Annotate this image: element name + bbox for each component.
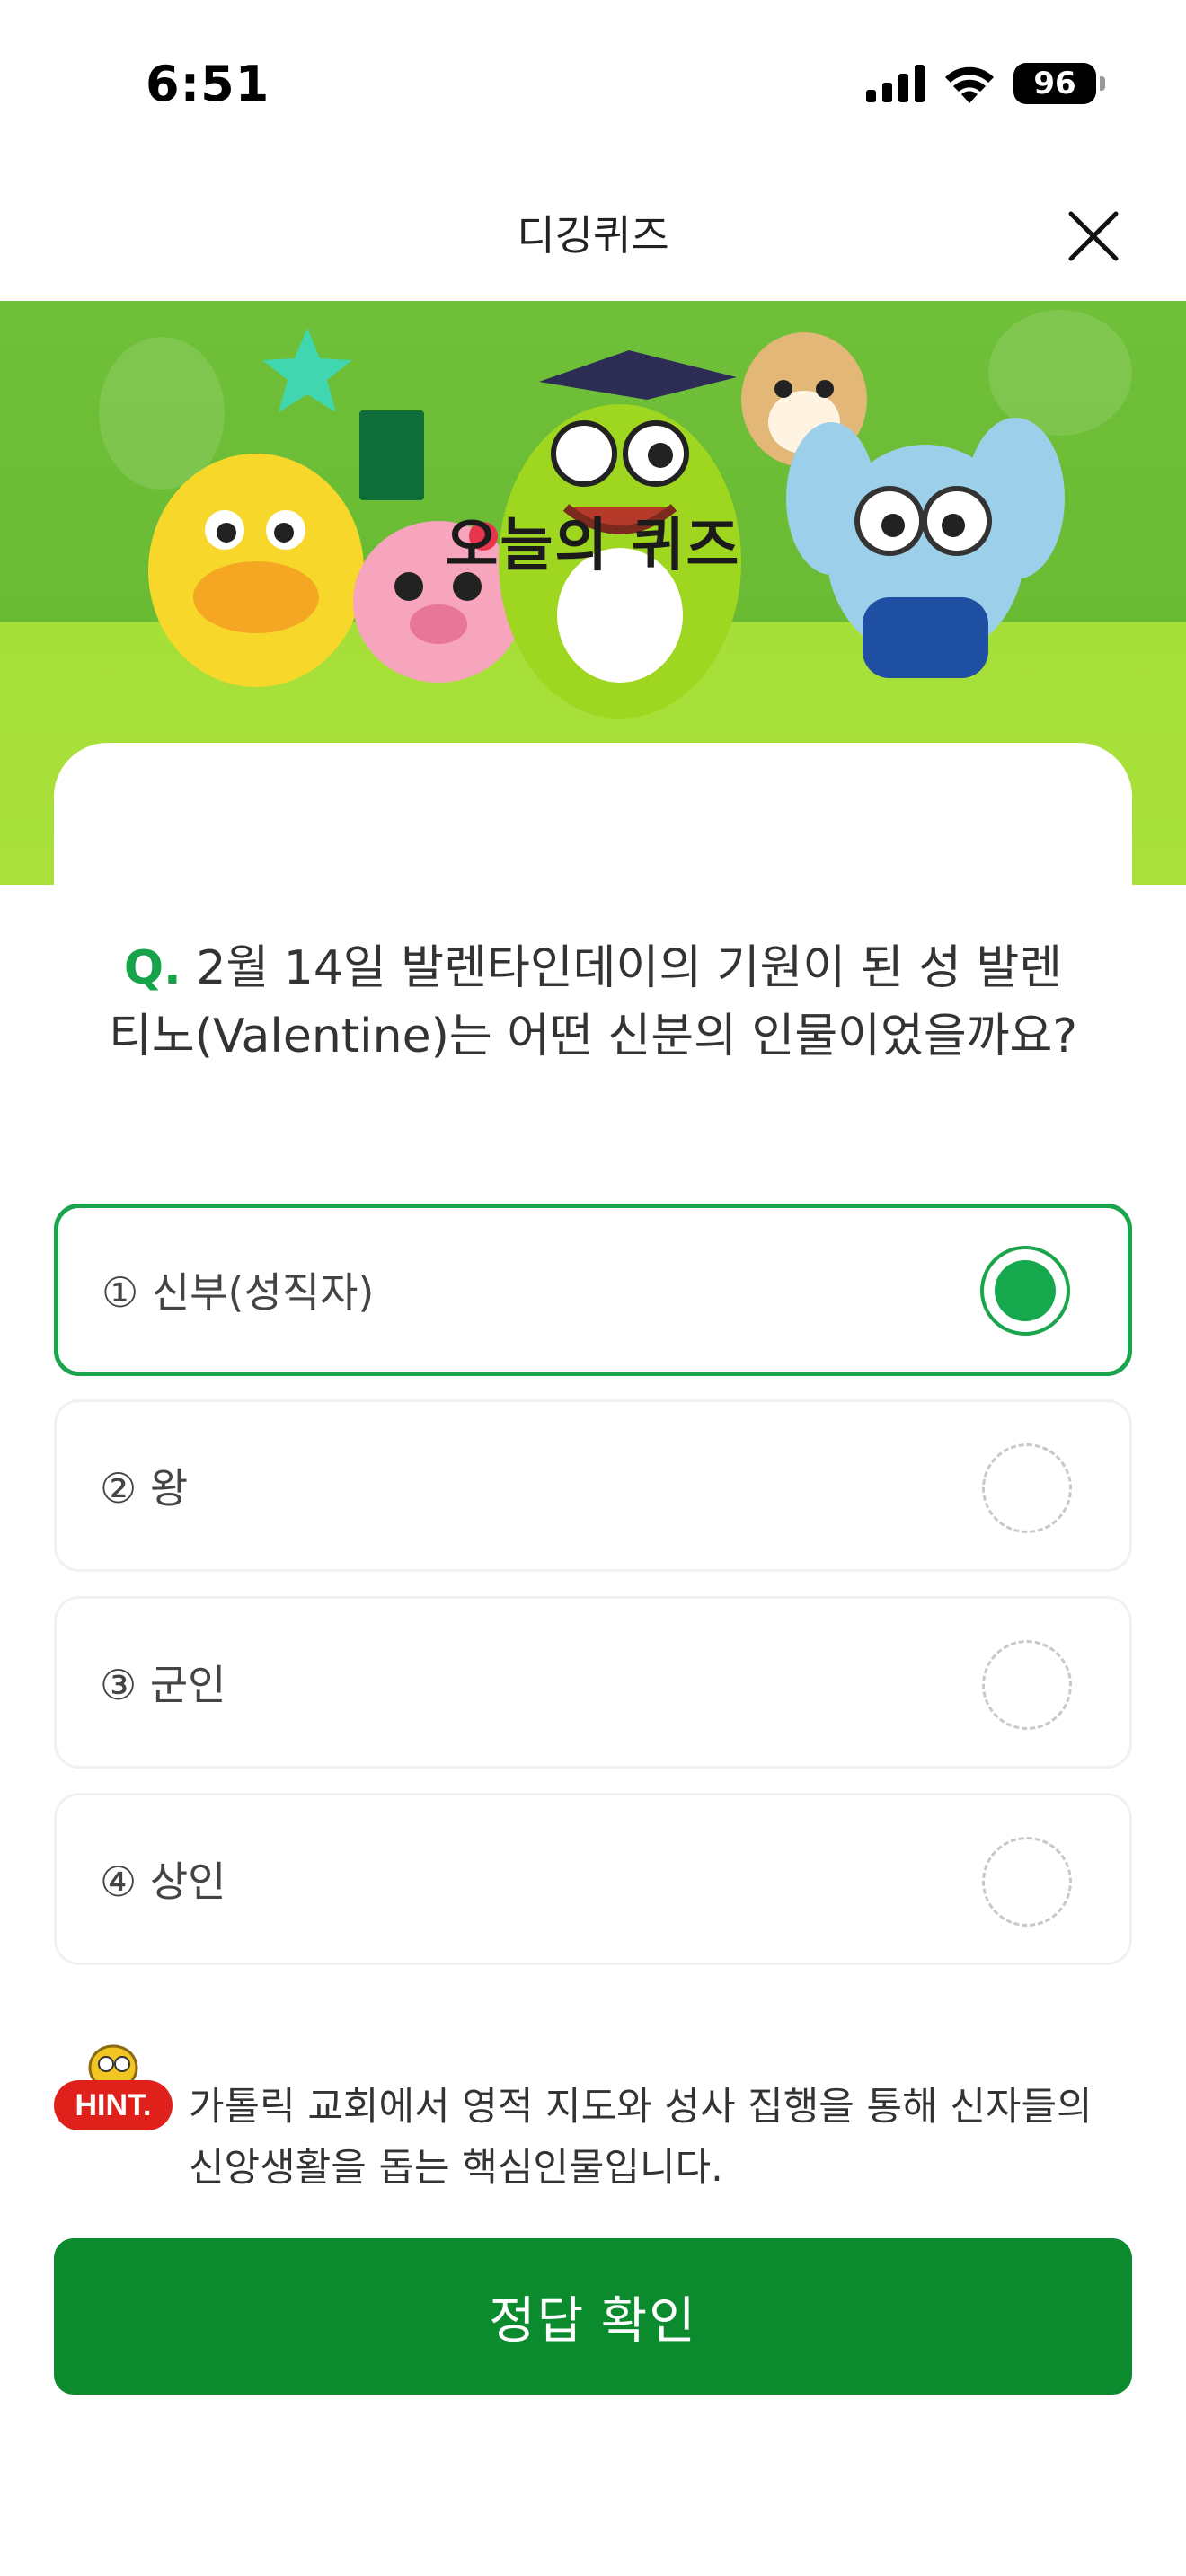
option-label: ② 왕 <box>100 1464 189 1513</box>
status-time: 6:51 <box>146 56 270 112</box>
battery-level: 96 <box>1033 66 1076 101</box>
status-bar: 6:51 96 <box>0 0 1186 171</box>
quiz-card-top <box>54 743 1132 885</box>
question-text: 2월 14일 발렌타인데이의 기원이 된 성 발렌티노(Valentine)는 … <box>109 941 1077 1063</box>
question-mark: Q. <box>123 941 181 995</box>
hint-text: 가톨릭 교회에서 영적 지도와 성사 집행을 통해 신자들의 신앙생활을 돕는 … <box>189 2085 1093 2191</box>
header: 디깅퀴즈 <box>0 171 1186 301</box>
answer-option-3[interactable]: ③ 군인 <box>54 1596 1132 1769</box>
radio-button[interactable] <box>982 1837 1072 1927</box>
option-label: ① 신부(성직자) <box>102 1268 375 1317</box>
quiz-title-wrap: 오늘의 퀴즈 <box>0 499 1186 582</box>
radio-button[interactable] <box>982 1443 1072 1533</box>
status-icons: 96 <box>866 63 1105 104</box>
close-icon <box>1068 211 1119 261</box>
radio-button[interactable] <box>982 1640 1072 1730</box>
wifi-icon <box>945 66 994 103</box>
answer-option-1[interactable]: ① 신부(성직자) <box>54 1204 1132 1376</box>
page-title: 디깅퀴즈 <box>517 211 669 260</box>
answer-option-2[interactable]: ② 왕 <box>54 1399 1132 1572</box>
radio-selected-dot <box>995 1260 1056 1321</box>
option-label: ③ 군인 <box>100 1661 226 1709</box>
question: Q. 2월 14일 발렌타인데이의 기원이 된 성 발렌티노(Valentine… <box>108 934 1078 1071</box>
option-label: ④ 상인 <box>100 1857 226 1906</box>
check-answer-button[interactable]: 정답 확인 <box>54 2238 1132 2395</box>
answer-option-4[interactable]: ④ 상인 <box>54 1793 1132 1965</box>
hint-badge: HINT. <box>52 2044 174 2138</box>
quiz-banner <box>0 301 1186 885</box>
battery-indicator: 96 <box>1013 63 1105 104</box>
hint-mascot-icon: HINT. <box>54 2044 173 2130</box>
cellular-signal-icon <box>866 65 925 102</box>
close-button[interactable] <box>1064 207 1123 266</box>
quiz-title: 오늘의 퀴즈 <box>432 499 754 582</box>
hint-badge-text: HINT. <box>75 2088 152 2122</box>
radio-button-checked[interactable] <box>980 1246 1070 1336</box>
